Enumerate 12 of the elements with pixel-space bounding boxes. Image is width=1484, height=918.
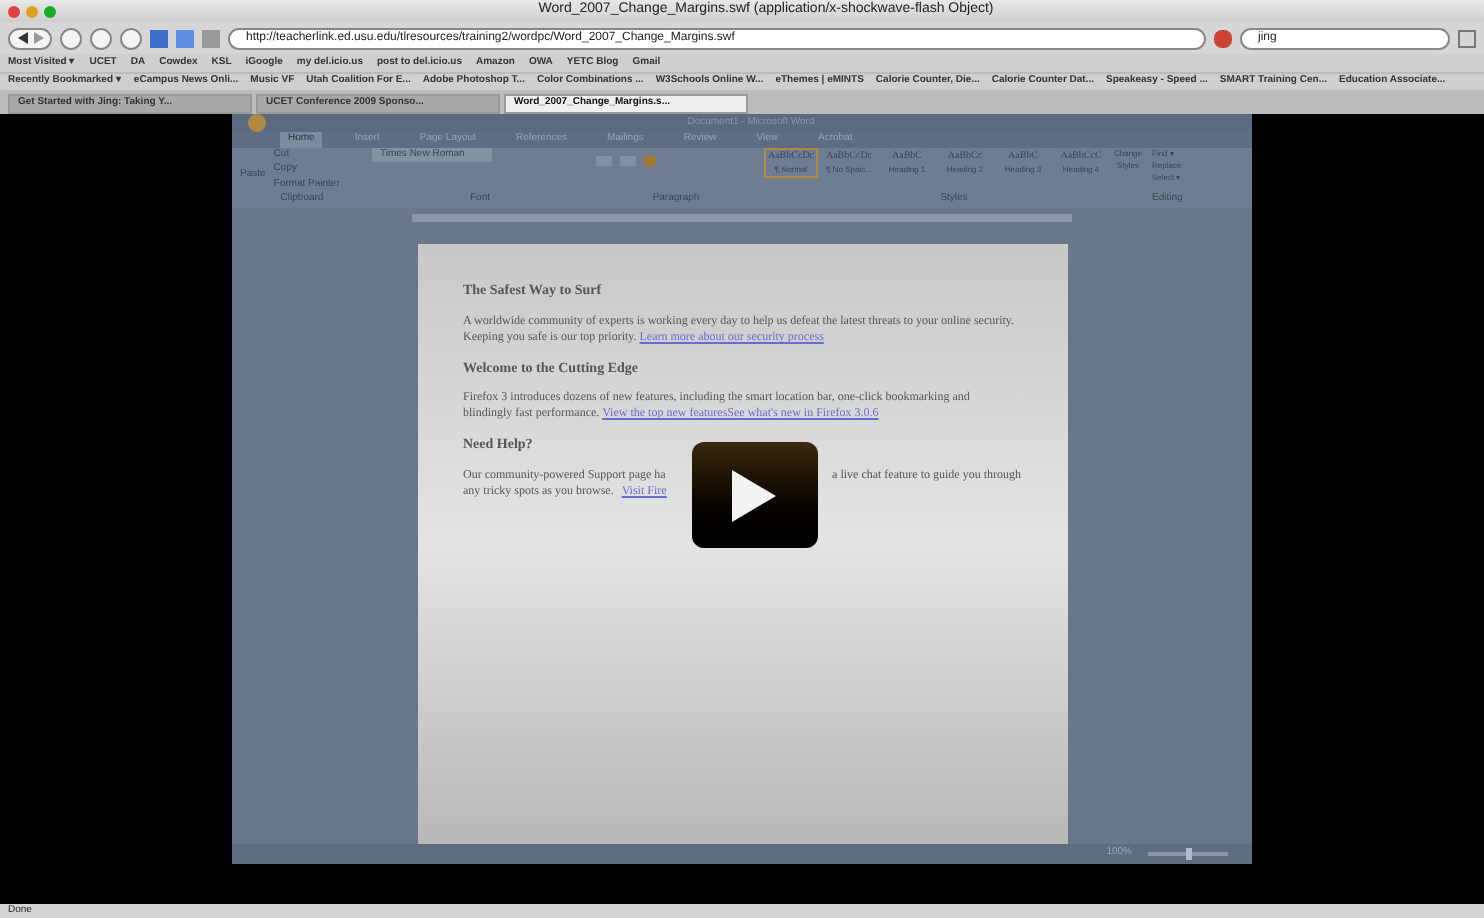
search-engine-icon[interactable] [1214, 29, 1232, 47]
maximize-icon[interactable] [44, 5, 56, 17]
back-icon [17, 32, 27, 44]
play-icon [732, 469, 776, 522]
play-button[interactable] [691, 442, 817, 549]
office-button-icon[interactable] [248, 114, 266, 132]
zoom-slider-thumb[interactable] [1186, 848, 1192, 861]
window-icon[interactable] [1458, 29, 1476, 47]
forward-icon [33, 32, 43, 44]
back-forward-button[interactable] [8, 27, 52, 49]
close-icon[interactable] [8, 5, 20, 17]
minimize-icon[interactable] [26, 5, 38, 17]
